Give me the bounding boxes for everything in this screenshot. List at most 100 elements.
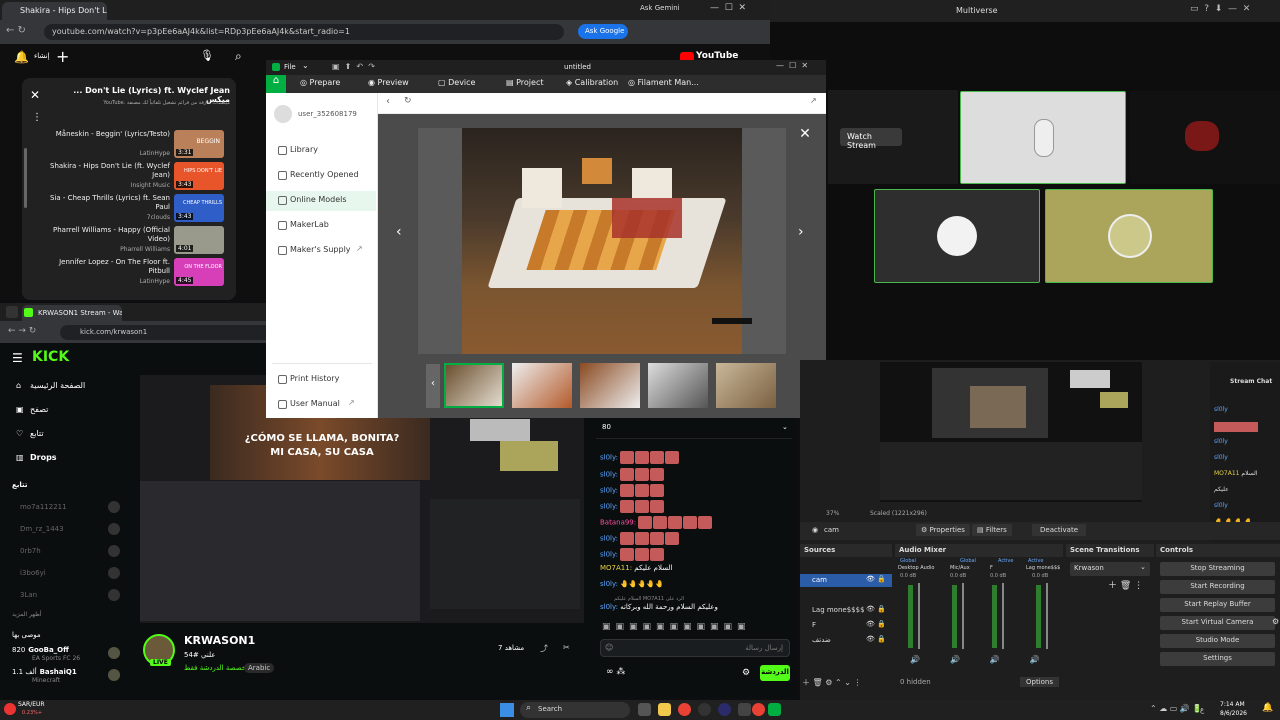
language-tag[interactable]: Arabic [244,663,275,673]
file-explorer-icon[interactable] [658,703,671,716]
window-controls[interactable]: — ☐ ✕ [776,61,808,70]
notifications-icon[interactable]: 🔔 [14,50,29,64]
show-more-link[interactable]: أظهر المزيد [12,611,42,618]
sidebar-item-print-history[interactable]: Print History [276,370,372,390]
app-icon[interactable] [738,703,751,716]
home-icon[interactable]: ⌂ [266,75,286,93]
following-channel[interactable]: Dm_rz_1443 [20,523,120,535]
chevron-down-icon[interactable]: ⌄ [302,61,309,70]
chat-pinned[interactable]: 80 ⌄ [596,417,792,439]
open-external-icon[interactable]: ↗ [810,96,817,105]
ask-google-button[interactable]: Ask Google [578,24,628,39]
emoji-icon[interactable]: ☺ [605,643,613,652]
chat-message[interactable]: sl0ly: [600,532,680,546]
chat-message[interactable]: sl0ly: 🤚🤚🤚🤚🤚 [600,580,664,594]
volume-slider[interactable] [962,583,964,649]
chat-message[interactable]: sl0ly: [600,500,665,514]
following-channel[interactable]: mo7a112211 [20,501,120,513]
tab-project[interactable]: ▤ Project [506,78,543,87]
visibility-icon[interactable]: 👁 🔒 [866,635,886,643]
gear-icon[interactable]: ⚙ [1272,617,1279,626]
task-view-icon[interactable] [638,703,651,716]
sources-toolbar[interactable]: ＋ 🗑 ⚙ ⌃ ⌄ ⋮ [802,677,861,688]
start-replay-buffer-button[interactable]: Start Replay Buffer [1160,598,1275,612]
mute-icons[interactable]: 🔊🔊🔊🔊 [910,655,1070,664]
tab-menu-icon[interactable] [6,306,18,318]
chat-message[interactable]: sl0ly: [600,451,680,465]
nav-drops[interactable]: ▥ Drops [16,453,57,462]
chat-message[interactable]: sl0ly: [600,548,665,562]
keyboard-language[interactable]: ع [1200,706,1204,714]
chrome-icon[interactable] [678,703,691,716]
recommended-channel[interactable]: 820 GooBa_Off EA Sports FC 26 [12,645,127,665]
tab-preview[interactable]: ◉ Preview [368,78,409,87]
sidebar-item-makers-supply[interactable]: Maker's Supply ↗ [276,241,372,261]
share-icon[interactable]: ⤴ [540,643,548,654]
back-icon[interactable]: ‹ [386,96,390,107]
visibility-icon[interactable]: 👁 🔒 [866,620,886,628]
stop-streaming-button[interactable]: Stop Streaming [1160,562,1275,576]
filters-button[interactable]: ▤ Filters [972,524,1012,536]
chat-message[interactable]: Batana99: [600,516,713,530]
prev-arrow-icon[interactable]: ‹ [396,224,402,240]
stream-tile-deadpool[interactable] [874,189,1040,283]
file-menu[interactable]: File [284,63,296,71]
start-recording-button[interactable]: Start Recording [1160,580,1275,594]
mic-icon[interactable]: 🎙 [200,49,214,62]
menu-icon[interactable]: ☰ [12,351,23,365]
recommended-channel[interactable]: 1.1 ألف BashaiQ1 Minecraft [12,667,127,687]
studio-mode-button[interactable]: Studio Mode [1160,634,1275,648]
streamer-name[interactable]: KRWASON1 [184,634,255,647]
tab-prepare[interactable]: ◎ Prepare [300,78,340,87]
transition-tools[interactable]: ＋ 🗑 ⋮ [1108,578,1143,591]
following-channel[interactable]: 0rb7h [20,545,120,557]
window-controls[interactable]: — ☐ ✕ [710,3,746,13]
watch-stream-button[interactable]: Watch Stream [840,128,902,150]
list-item[interactable]: Måneskin - Beggin' (Lyrics/Testo) LatinH… [22,130,236,162]
source-row[interactable]: ضدتف 👁 🔒 [800,634,892,647]
chat-message[interactable]: sl0ly: [600,484,665,498]
nav-icons[interactable]: ← → ↻ [8,326,36,336]
widget-icon[interactable] [4,703,16,715]
thumbnail[interactable] [580,363,640,408]
create-icon[interactable]: + [56,47,69,66]
yt-url-field[interactable]: youtube.com/watch?v=p3pEe6aAJ4k&list=RDp… [44,24,564,40]
next-arrow-icon[interactable]: › [798,224,804,240]
chat-settings-icon[interactable]: ⚙ [742,668,750,678]
obs-preview[interactable] [880,362,1142,502]
back-icon[interactable]: ← ↻ [6,25,26,36]
thumb-prev-icon[interactable]: ‹ [426,364,440,408]
chat-input[interactable]: ☺ إرسال رسالة [600,639,790,657]
yt-tab[interactable]: Shakira - Hips Don't Lie (Lyr [2,2,107,20]
options-button[interactable]: Options [1020,677,1060,687]
notification-icon[interactable]: 🔔 [1262,703,1273,713]
quick-actions[interactable]: ▣ ⬆ ↶ ↷ [332,62,375,71]
list-item[interactable]: Sia - Cheap Thrills (Lyrics) ft. Sean Pa… [22,194,236,226]
clock-time[interactable]: 7:14 AM [1220,701,1245,708]
sidebar-item-makerlab[interactable]: MakerLab [276,216,372,236]
source-row[interactable]: Lag mone$$$$ 👁 🔒 [800,604,892,617]
thumbnail[interactable] [444,363,504,408]
thumbnail[interactable] [512,363,572,408]
github-icon[interactable] [698,703,711,716]
user-avatar[interactable] [274,105,292,123]
sidebar-item-user-manual[interactable]: User Manual ↗ [276,395,372,415]
sidebar-item-library[interactable]: Library [276,141,372,161]
following-channel[interactable]: 3Lan [20,589,120,601]
tab-calibration[interactable]: ◈ Calibration [566,78,618,87]
deactivate-button[interactable]: Deactivate [1032,524,1087,536]
list-item[interactable]: Pharrell Williams - Happy (Official Vide… [22,226,236,258]
thumbnail[interactable] [648,363,708,408]
ask-gemini-button[interactable]: Ask Gemini [640,4,680,12]
stream-category[interactable]: مخصصة الدردشة فقط [184,664,250,672]
bambu-studio-icon[interactable] [768,703,781,716]
close-icon[interactable]: ✕ [30,88,40,102]
chat-message[interactable]: sl0ly: [600,468,665,482]
volume-slider[interactable] [918,583,920,649]
nav-following[interactable]: ♡ تتابع [16,429,44,438]
user-name[interactable]: user_352608179 [298,110,357,118]
create-label[interactable]: إنشاء [34,52,50,60]
thumbnail[interactable] [716,363,776,408]
list-item[interactable]: Jennifer Lopez - On The Floor ft. Pitbul… [22,258,236,290]
close-icon[interactable]: ✕ [794,126,816,148]
